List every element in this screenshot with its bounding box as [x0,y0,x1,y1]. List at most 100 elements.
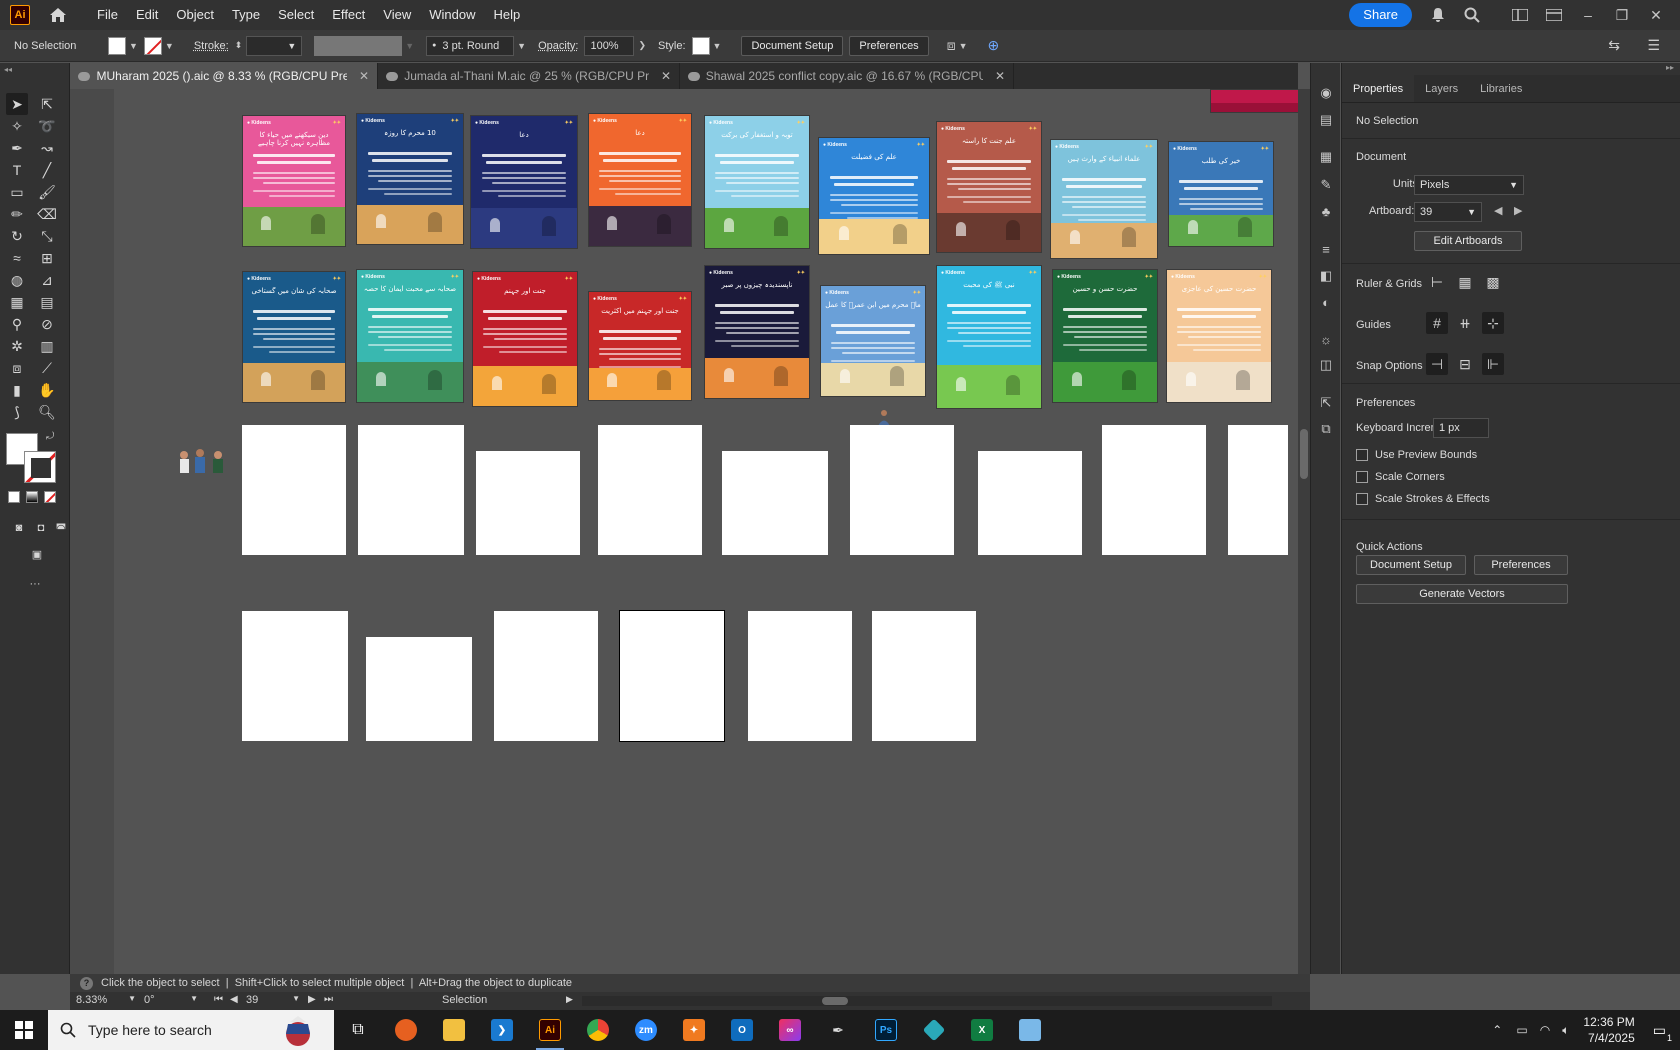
color-icon[interactable] [8,491,20,503]
document-setup-button[interactable]: Document Setup [741,36,843,56]
close-tab-icon[interactable]: ✕ [995,69,1005,83]
pencil-tool-icon[interactable]: ✏ [6,203,28,225]
workspace-switcher-icon[interactable] [1510,5,1530,25]
scale-strokes-checkbox[interactable] [1356,493,1368,505]
variable-width-profile[interactable] [314,36,402,56]
poster-artboard[interactable]: ● Kideens ✦✦ حضرت حسن و حسین [1052,269,1158,403]
transparency-icon[interactable]: ◐ [1316,292,1336,312]
type-tool-icon[interactable]: T [6,159,28,181]
shape-builder-tool-icon[interactable]: ◍ [6,269,28,291]
use-preview-bounds-checkbox[interactable] [1356,449,1368,461]
draw-normal-icon[interactable]: ◙ [8,517,30,539]
slice-tool-icon[interactable]: ⟋ [36,357,58,379]
poster-artboard[interactable]: ● Kideens ✦✦ ناپسندیدہ چیزوں پر صبر [704,265,810,399]
document-tab[interactable]: Jumada al-Thani M.aic @ 25 % (RGB/CPU Pr… [378,63,680,89]
empty-artboard[interactable] [366,637,472,741]
poster-artboard[interactable]: ● Kideens ✦✦ دعا [470,115,578,249]
graphic-style-swatch[interactable] [692,37,710,55]
poster-artboard[interactable]: ● Kideens ✦✦ خیر کی طلب [1168,141,1274,247]
preferences-button[interactable]: Preferences [1474,555,1568,575]
task-view-icon[interactable]: ⧉ [334,1010,382,1050]
zoom-tool-icon[interactable]: 🔍︎ [36,401,58,423]
fill-swatch[interactable] [108,37,126,55]
transparency-grid-icon[interactable]: ▩ [1482,271,1504,293]
selection-tool-icon[interactable]: ➤ [6,93,28,115]
chevron-down-icon[interactable]: ▼ [129,41,138,51]
previous-artboard-icon[interactable]: ◀ [1494,204,1502,217]
close-tab-icon[interactable]: ✕ [359,69,369,83]
panel-menu-icon[interactable]: ☰ [1647,37,1660,54]
properties-icon[interactable]: ▤ [1316,110,1336,130]
symbol-sprayer-tool-icon[interactable]: ✲ [6,335,28,357]
line-tool-icon[interactable]: ╱ [36,159,58,181]
panel-tab-properties[interactable]: Properties [1342,75,1414,102]
chevron-down-icon[interactable]: ▼ [165,41,174,51]
chevron-down-icon[interactable]: ▼ [517,41,526,51]
eraser-tool-icon[interactable]: ⌫ [36,203,58,225]
show-guides-icon[interactable]: # [1426,312,1448,334]
illustrator-taskbar-icon[interactable]: Ai [526,1010,574,1050]
canvas-horizontal-scrollbar[interactable] [582,996,1272,1006]
preferences-button[interactable]: Preferences [849,36,928,56]
taskbar-search[interactable]: Type here to search [48,1010,334,1050]
outlook-icon[interactable]: O [718,1010,766,1050]
artboard-select[interactable]: 39 ▼ [1414,202,1482,222]
gradient-tool-icon[interactable]: ▤ [36,291,58,313]
menu-object[interactable]: Object [167,0,223,30]
poster-artboard[interactable]: ● Kideens ✦✦ صحابہ سے محبت ایمان کا حصہ [356,269,464,403]
bell-icon[interactable] [1428,5,1448,25]
system-clock[interactable]: 12:36 PM 7/4/2025 [1583,1014,1634,1046]
warp-tool-icon[interactable]: ≈ [6,247,28,269]
volume-icon[interactable]: 🔈︎ [1562,1023,1569,1038]
home-icon[interactable] [48,5,68,25]
poster-artboard[interactable]: ● Kideens ✦✦ حضرت حسین کی عاجزی [1166,269,1272,403]
rulers-icon[interactable]: ⊢ [1426,271,1448,293]
snap-to-point-icon[interactable]: ⊣ [1426,353,1448,375]
restore-icon[interactable]: ❐ [1612,5,1632,25]
brush-definition[interactable]: ● 3 pt. Round [426,36,514,56]
document-setup-button[interactable]: Document Setup [1356,555,1466,575]
empty-artboard[interactable] [242,425,346,555]
menu-window[interactable]: Window [420,0,484,30]
photoshop-icon[interactable]: Ps [862,1010,910,1050]
share-button[interactable]: Share [1349,3,1412,27]
symbols-icon[interactable]: ♣ [1316,201,1336,221]
magic-wand-tool-icon[interactable]: ✧ [6,115,28,137]
empty-artboard[interactable] [748,611,852,741]
previous-artboard-icon[interactable]: ◀ [230,994,238,1005]
empty-artboard[interactable] [872,611,976,741]
menu-type[interactable]: Type [223,0,269,30]
poster-artboard[interactable]: ● Kideens ✦✦ دین سیکھنے میں حیاء کا مظاہرہ… [242,115,346,247]
none-icon[interactable] [44,491,56,503]
artboards-icon[interactable]: ⧉ [1316,419,1336,439]
chevron-down-icon[interactable]: ▼ [959,41,968,51]
gradient-icon[interactable]: ◧ [1316,266,1336,286]
collapse-icon[interactable]: ▸▸ [1666,63,1674,72]
windows-start-icon[interactable] [0,1010,48,1050]
search-icon[interactable] [1462,5,1482,25]
menu-select[interactable]: Select [269,0,323,30]
panel-tab-libraries[interactable]: Libraries [1469,75,1533,102]
empty-artboard[interactable] [1102,425,1206,555]
artboard-navigation-field[interactable]: 39 ▼ [246,994,300,1006]
panel-tab-layers[interactable]: Layers [1414,75,1469,102]
minimize-icon[interactable]: – [1578,5,1598,25]
creative-cloud-icon[interactable]: ∞ [766,1010,814,1050]
bar-chart-tool-icon[interactable]: ▮ [6,379,28,401]
arrange-documents-icon[interactable]: ⇆ [1608,37,1620,54]
snap-to-grid-icon[interactable]: ⊟ [1454,353,1476,375]
poster-artboard[interactable]: ● Kideens ✦✦ علم جنت کا راستہ [936,121,1042,253]
poster-artboard[interactable]: ● Kideens ✦✦ 10 محرم کا روزہ [356,113,464,245]
empty-artboard[interactable] [598,425,702,555]
pen-app-icon[interactable]: ✒ [814,1010,862,1050]
poster-artboard[interactable]: ● Kideens ✦✦ جنت اور جہنم [472,271,578,407]
close-tab-icon[interactable]: ✕ [661,69,671,83]
zoom-field[interactable]: 8.33% ▼ [76,994,136,1006]
more-tools-icon[interactable]: ··· [24,573,46,595]
draw-inside-icon[interactable]: ◚ [50,517,72,539]
next-artboard-icon[interactable]: ▶ [1514,204,1522,217]
keyboard-increment-field[interactable]: 1 px [1433,418,1489,438]
direct-selection-tool-icon[interactable]: ⇱ [36,93,58,115]
poster-partial[interactable] [1210,89,1298,113]
firefox-icon[interactable] [382,1010,430,1050]
